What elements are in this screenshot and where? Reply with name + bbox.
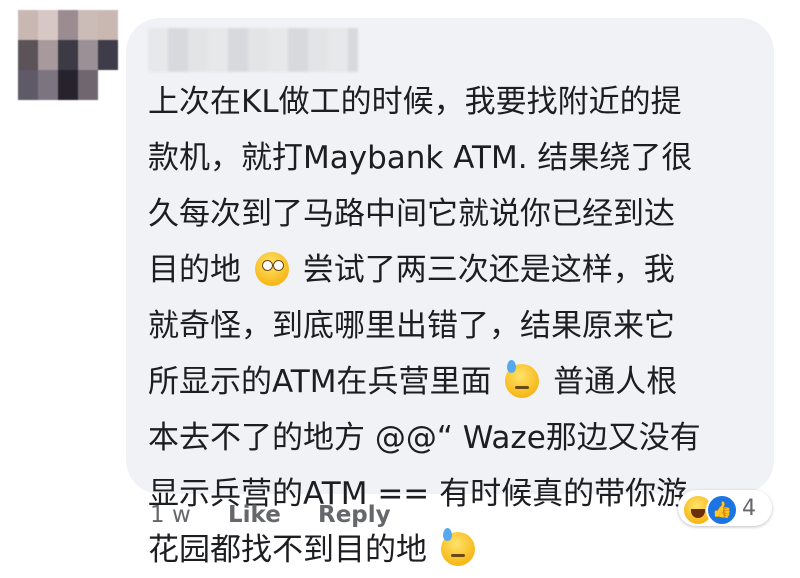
comment-bubble: 上次在KL做工的时候，我要找附近的提 款机，就打Maybank ATM. 结果绕… xyxy=(126,18,774,568)
comment-text-segment: 花园都找不到目的地 xyxy=(148,532,427,568)
timestamp[interactable]: 1 w xyxy=(150,502,191,528)
comment-text-segment: 所显示的ATM在兵营里面 xyxy=(148,364,492,400)
comment-line: 所显示的ATM在兵营里面 普通人根 xyxy=(148,354,768,410)
reaction-count: 4 xyxy=(742,496,756,521)
downcast-sweat-face-icon xyxy=(505,360,540,398)
comment-line: 就奇怪，到底哪里出错了，结果原来它 xyxy=(148,308,675,344)
comment-line: 花园都找不到目的地 xyxy=(148,522,768,578)
avatar[interactable] xyxy=(18,10,118,100)
downcast-sweat-face-icon xyxy=(440,528,475,566)
comment-text-segment: 目的地 xyxy=(148,252,241,288)
like-button[interactable]: Like xyxy=(228,502,281,528)
face-with-rolling-eyes-icon xyxy=(254,252,289,286)
comment-text-segment: 尝试了两三次还是这样，我 xyxy=(302,252,675,288)
comment-line: 久每次到了马路中间它就说你已经到达 xyxy=(148,196,675,232)
comment-text-segment: 普通人根 xyxy=(553,364,678,400)
like-reaction-icon: 👍 xyxy=(706,494,738,526)
comment-line: 上次在KL做工的时候，我要找附近的提 xyxy=(148,84,682,120)
comment-line: 款机，就打Maybank ATM. 结果绕了很 xyxy=(148,140,693,176)
reply-button[interactable]: Reply xyxy=(318,502,391,528)
commenter-name-blurred[interactable] xyxy=(148,28,358,72)
reactions-summary[interactable]: 👍 4 xyxy=(678,490,772,526)
comment-line: 目的地 尝试了两三次还是这样，我 xyxy=(148,242,768,298)
comment-line: 本去不了的地方 @@“ Waze那边又没有 xyxy=(148,420,701,456)
